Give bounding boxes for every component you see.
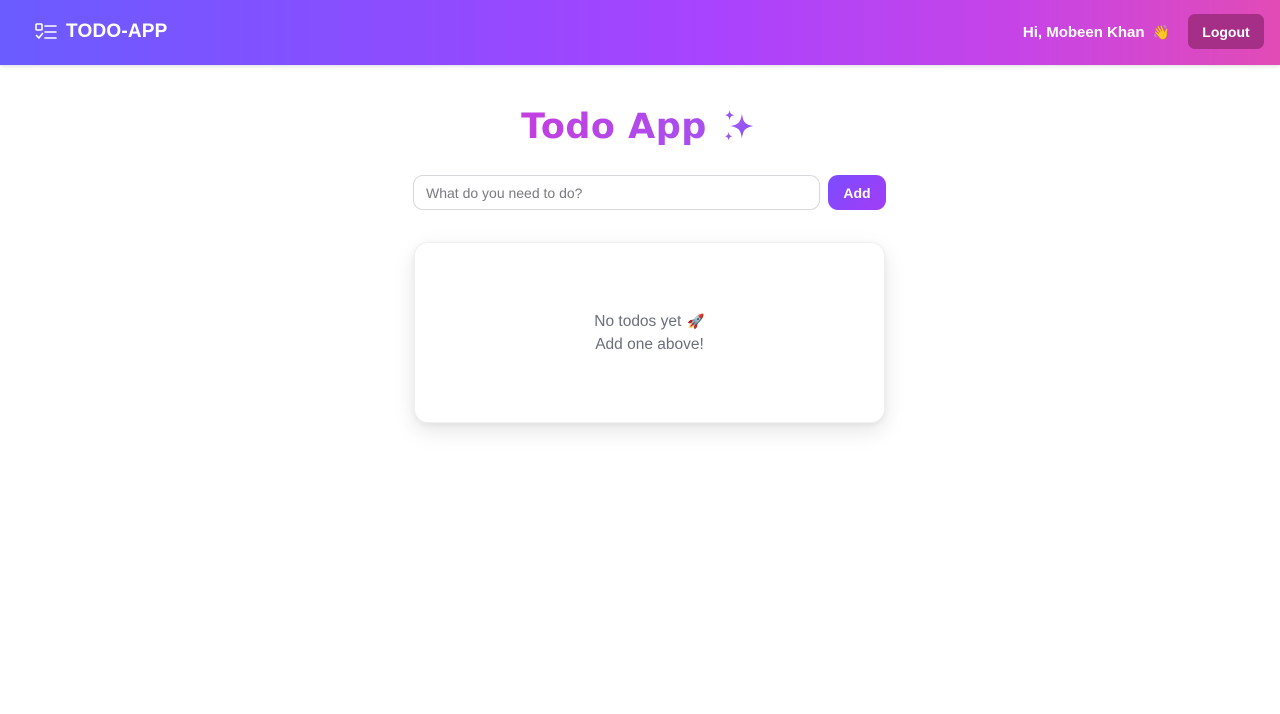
- greeting-text: Hi, Mobeen Khan: [1022, 23, 1145, 41]
- page-title: Todo App: [0, 104, 1280, 150]
- add-todo-form: Add: [413, 175, 886, 211]
- add-button[interactable]: Add: [828, 175, 886, 210]
- empty-state-line1: No todos yet 🚀: [594, 310, 704, 333]
- rocket-icon: 🚀: [687, 312, 705, 329]
- empty-state-text: No todos yet: [594, 312, 682, 330]
- todo-input[interactable]: [413, 175, 820, 210]
- sparkles-icon: [724, 109, 754, 141]
- page-title-text: Todo App: [521, 107, 707, 147]
- logout-button[interactable]: Logout: [1188, 14, 1264, 49]
- brand[interactable]: TODO-APP: [35, 20, 168, 44]
- brand-name: TODO-APP: [66, 21, 168, 42]
- todo-list-card: No todos yet 🚀 Add one above!: [414, 242, 885, 423]
- empty-state-hint: Add one above!: [595, 335, 704, 353]
- checklist-icon: [35, 23, 57, 39]
- user-greeting: Hi, Mobeen Khan 👋: [1023, 22, 1170, 42]
- top-navbar: TODO-APP Hi, Mobeen Khan 👋 Logout: [0, 0, 1280, 65]
- waving-hand-icon: 👋: [1152, 23, 1170, 40]
